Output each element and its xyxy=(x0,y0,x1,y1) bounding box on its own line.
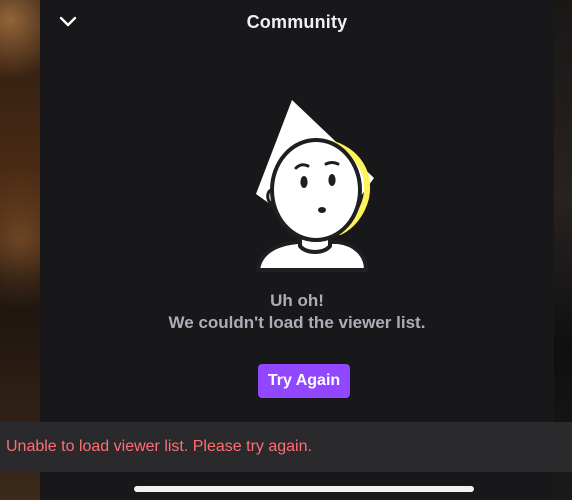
home-indicator[interactable] xyxy=(134,486,474,492)
error-toast: Unable to load viewer list. Please try a… xyxy=(0,422,572,472)
try-again-button[interactable]: Try Again xyxy=(258,364,350,398)
confused-face-icon xyxy=(256,100,374,272)
error-title: Uh oh! xyxy=(270,291,324,310)
error-description: We couldn't load the viewer list. xyxy=(168,313,426,332)
panel-header: Community xyxy=(40,0,554,44)
panel-title: Community xyxy=(246,12,348,32)
error-message: Uh oh! We couldn't load the viewer list. xyxy=(40,290,554,334)
app-screen: Community Uh oh! We couldn't load the vi… xyxy=(0,0,572,500)
toast-message: Unable to load viewer list. Please try a… xyxy=(6,438,312,455)
